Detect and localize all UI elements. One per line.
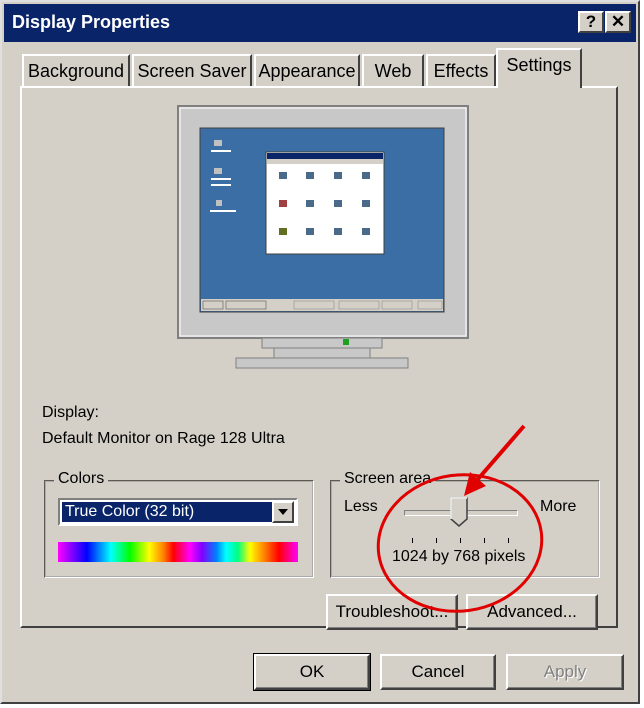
title-bar[interactable]: Display Properties ? ✕ bbox=[4, 4, 636, 42]
tab-appearance[interactable]: Appearance bbox=[254, 54, 360, 88]
close-button[interactable]: ✕ bbox=[605, 11, 631, 33]
apply-button[interactable]: Apply bbox=[506, 654, 624, 690]
monitor-preview bbox=[177, 105, 469, 369]
tab-web[interactable]: Web bbox=[362, 54, 424, 88]
ok-button[interactable]: OK bbox=[253, 653, 371, 691]
troubleshoot-button[interactable]: Troubleshoot... bbox=[326, 594, 458, 630]
chevron-down-icon[interactable] bbox=[272, 501, 294, 523]
display-value: Default Monitor on Rage 128 Ultra bbox=[42, 430, 285, 447]
tab-effects[interactable]: Effects bbox=[426, 54, 496, 88]
slider-tick bbox=[436, 538, 437, 543]
display-label: Display: bbox=[42, 404, 99, 421]
cancel-button[interactable]: Cancel bbox=[380, 654, 496, 690]
advanced-button[interactable]: Advanced... bbox=[466, 594, 598, 630]
tab-background[interactable]: Background bbox=[22, 54, 130, 88]
more-label: More bbox=[540, 498, 577, 515]
color-depth-value: True Color (32 bit) bbox=[62, 502, 272, 522]
color-spectrum-bar bbox=[58, 542, 298, 562]
colors-legend: Colors bbox=[54, 470, 109, 488]
screen-area-legend: Screen area bbox=[340, 470, 436, 488]
resolution-value: 1024 by 768 pixels bbox=[392, 548, 526, 565]
resolution-slider-thumb[interactable] bbox=[450, 497, 468, 527]
help-button[interactable]: ? bbox=[578, 11, 604, 33]
tab-screen-saver[interactable]: Screen Saver bbox=[132, 54, 252, 88]
tab-settings[interactable]: Settings bbox=[496, 48, 582, 88]
slider-tick bbox=[412, 538, 413, 543]
slider-tick bbox=[484, 538, 485, 543]
colors-group bbox=[44, 480, 314, 578]
slider-tick bbox=[508, 538, 509, 543]
display-properties-window: Display Properties ? ✕ Background Screen… bbox=[0, 0, 640, 704]
color-depth-select[interactable]: True Color (32 bit) bbox=[58, 498, 298, 526]
less-label: Less bbox=[344, 498, 378, 515]
window-title: Display Properties bbox=[12, 12, 171, 32]
slider-tick bbox=[460, 538, 461, 543]
